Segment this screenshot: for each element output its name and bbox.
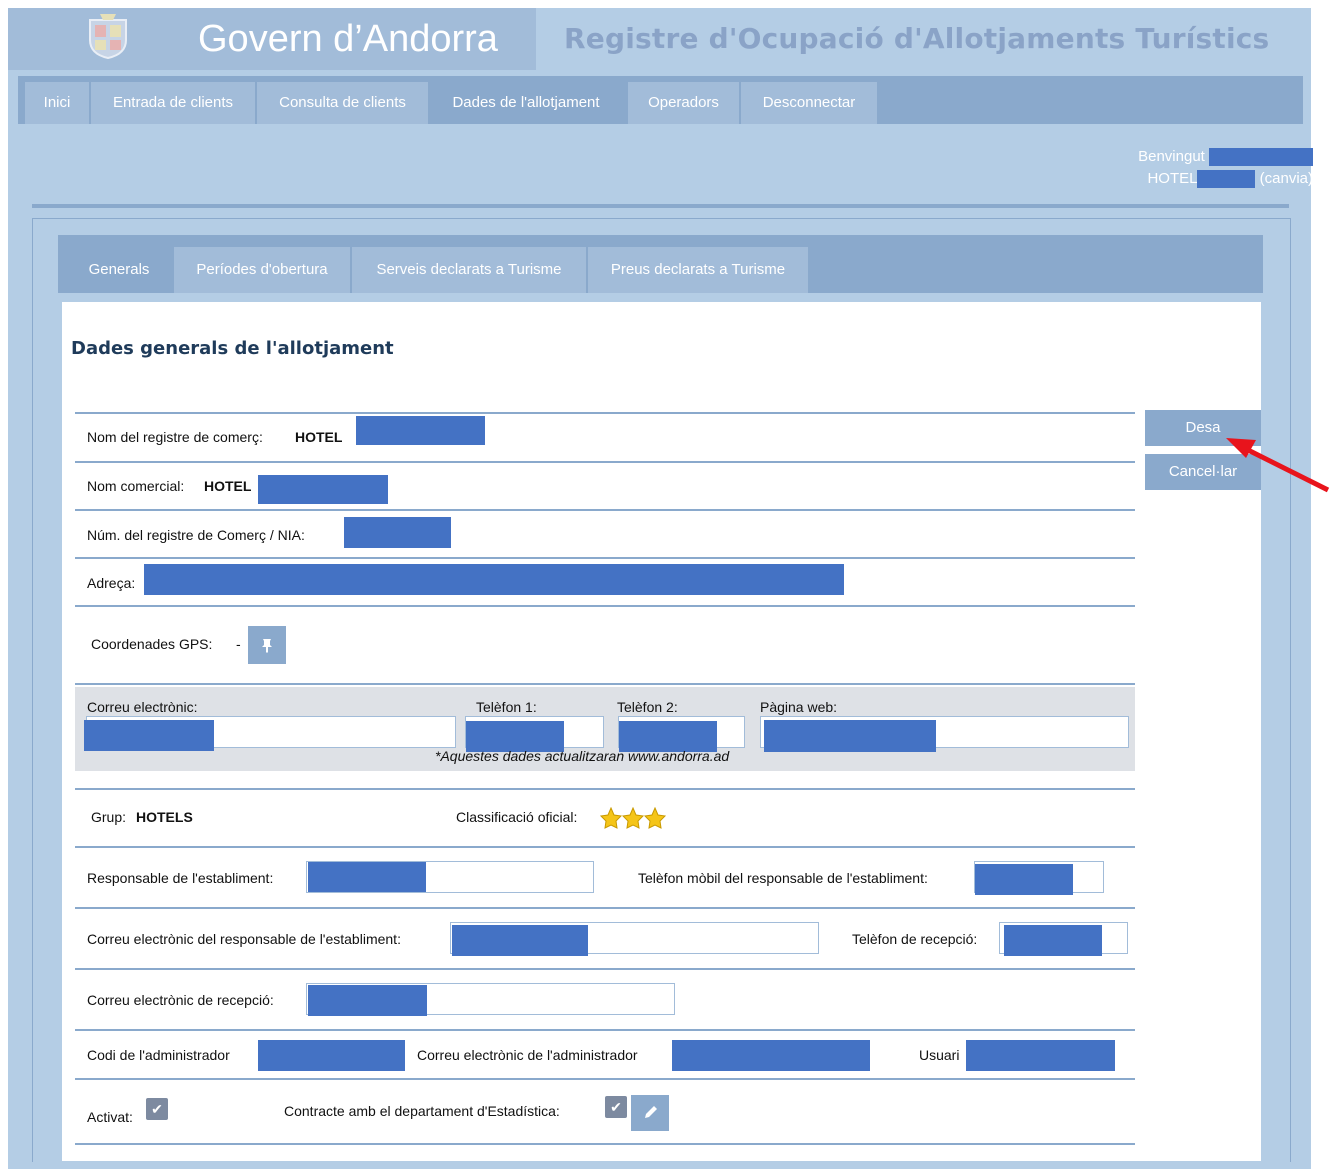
commercial-name-value: HOTEL — [204, 478, 252, 494]
subtab-generals[interactable]: Generals — [66, 247, 172, 293]
tab-operadors[interactable]: Operadors — [628, 82, 739, 124]
redacted-manager — [308, 862, 426, 892]
divider — [75, 1143, 1135, 1145]
divider — [75, 968, 1135, 970]
email-label: Correu electrònic: — [87, 699, 198, 715]
pencil-icon[interactable] — [631, 1095, 669, 1131]
phone1-label: Telèfon 1: — [476, 699, 537, 715]
redacted-hotel-name — [1197, 170, 1256, 189]
hotel-prefix: HOTEL — [1147, 170, 1198, 187]
divider — [75, 605, 1135, 607]
manager-email-label: Correu electrònic del responsable de l'e… — [87, 931, 401, 947]
page-title: Dades generals de l'allotjament — [71, 338, 394, 359]
arrow-shaft — [1244, 446, 1330, 493]
redacted-reception-phone — [1004, 925, 1102, 956]
redacted-address — [144, 564, 844, 595]
sub-nav: Generals Períodes d'obertura Serveis dec… — [58, 235, 1263, 293]
redacted-commercial-name — [258, 475, 388, 504]
redacted-admin-code — [258, 1040, 405, 1071]
manager-mobile-label: Telèfon mòbil del responsable de l'estab… — [638, 870, 928, 886]
welcome-box: Benvingut HOTEL (canvia) — [1138, 146, 1313, 190]
reception-email-label: Correu electrònic de recepció: — [87, 992, 274, 1008]
star-icon — [600, 807, 623, 829]
redacted-registry-name — [356, 416, 485, 445]
web-label: Pàgina web: — [760, 699, 838, 715]
activated-label: Activat: — [87, 1109, 133, 1125]
manager-label: Responsable de l'establiment: — [87, 870, 274, 886]
group-label: Grup: — [91, 809, 127, 825]
app-title: Registre d'Ocupació d'Allotjaments Turís… — [564, 22, 1270, 55]
tab-dades-allotjament[interactable]: Dades de l'allotjament — [430, 82, 622, 124]
admin-code-label: Codi de l'administrador — [87, 1047, 230, 1063]
gps-label: Coordenades GPS: — [91, 636, 213, 652]
header-brand-bar: Govern d’Andorra — [8, 8, 536, 70]
divider — [75, 557, 1135, 559]
tab-desconnectar[interactable]: Desconnectar — [741, 82, 877, 124]
divider — [75, 412, 1135, 414]
redacted-nia — [344, 517, 451, 548]
main-nav: Inici Entrada de clients Consulta de cli… — [18, 76, 1303, 124]
subtab-periodes[interactable]: Períodes d'obertura — [174, 247, 350, 293]
welcome-greeting: Benvingut — [1138, 148, 1205, 165]
nia-label: Núm. del registre de Comerç / NIA: — [87, 527, 305, 543]
redacted-user — [966, 1040, 1115, 1071]
redacted-email — [84, 720, 214, 751]
contract-checkbox[interactable]: ✔ — [605, 1096, 627, 1118]
phone2-label: Telèfon 2: — [617, 699, 678, 715]
tab-inici[interactable]: Inici — [25, 82, 89, 124]
commercial-name-label: Nom comercial: — [87, 478, 185, 494]
web-note: *Aquestes dades actualitzaran www.andorr… — [435, 748, 730, 764]
arrow-head — [1226, 438, 1256, 458]
redacted-admin-email — [672, 1040, 870, 1071]
gps-value: - — [236, 636, 241, 652]
redacted-web — [764, 720, 936, 752]
registry-name-label: Nom del registre de comerç: — [87, 429, 263, 445]
group-value: HOTELS — [136, 809, 193, 825]
pin-icon[interactable] — [248, 626, 286, 664]
user-label: Usuari — [919, 1047, 960, 1063]
tab-entrada-clients[interactable]: Entrada de clients — [91, 82, 255, 124]
activated-checkbox[interactable]: ✔ — [146, 1098, 168, 1120]
redacted-manager-email — [452, 925, 588, 956]
divider — [75, 509, 1135, 511]
brand-name: Govern d’Andorra — [198, 18, 498, 60]
star-icon — [643, 807, 667, 829]
annotation-arrow — [1226, 438, 1330, 493]
contract-label: Contracte amb el departament d'Estadísti… — [284, 1103, 560, 1119]
subtab-serveis[interactable]: Serveis declarats a Turisme — [352, 247, 586, 293]
admin-email-label: Correu electrònic de l'administrador — [417, 1047, 638, 1063]
change-hotel-link[interactable]: (canvia) — [1260, 170, 1313, 187]
classification-label: Classificació oficial: — [456, 809, 578, 825]
andorra-coat-of-arms-icon — [89, 14, 127, 60]
divider — [75, 461, 1135, 463]
redacted-username — [1209, 148, 1313, 167]
divider — [75, 1029, 1135, 1031]
form-content: Dades generals de l'allotjament Nom del … — [62, 302, 1261, 1161]
divider — [75, 683, 1135, 685]
divider — [75, 1078, 1135, 1080]
divider — [75, 907, 1135, 909]
header-divider — [32, 204, 1289, 208]
divider — [75, 788, 1135, 790]
registry-name-value: HOTEL — [295, 429, 343, 445]
star-rating — [600, 807, 667, 829]
subtab-preus[interactable]: Preus declarats a Turisme — [588, 247, 808, 293]
address-label: Adreça: — [87, 575, 136, 591]
redacted-reception-email — [308, 985, 427, 1016]
redacted-manager-mobile — [975, 864, 1073, 895]
reception-phone-label: Telèfon de recepció: — [852, 931, 978, 947]
tab-consulta-clients[interactable]: Consulta de clients — [257, 82, 428, 124]
divider — [75, 846, 1135, 848]
star-icon — [621, 807, 645, 829]
